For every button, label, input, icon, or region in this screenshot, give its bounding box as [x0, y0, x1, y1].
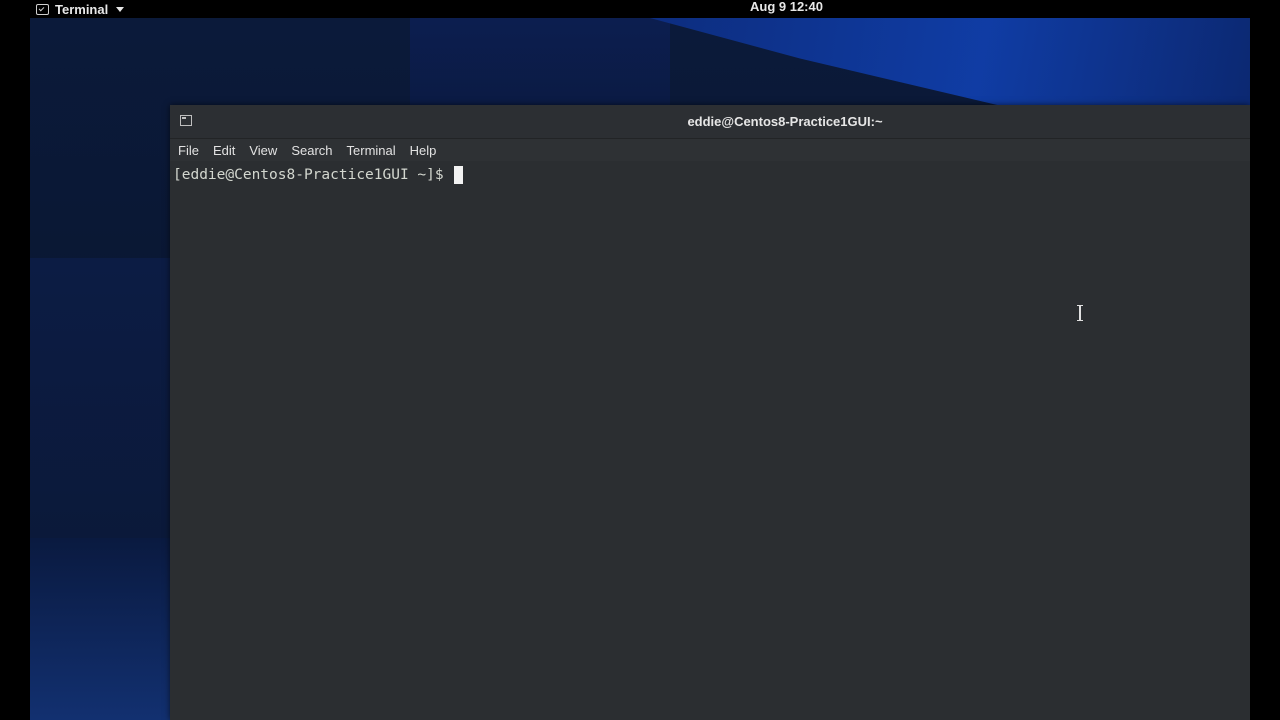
menu-view[interactable]: View: [244, 141, 282, 160]
window-titlebar[interactable]: eddie@Centos8-Practice1GUI:~: [170, 105, 1250, 139]
menu-search[interactable]: Search: [286, 141, 337, 160]
wallpaper-shape: [30, 258, 170, 558]
shell-prompt: [eddie@Centos8-Practice1GUI ~]$: [173, 167, 453, 183]
ibeam-cursor-icon: [1077, 305, 1083, 321]
menu-help[interactable]: Help: [405, 141, 442, 160]
menu-file[interactable]: File: [173, 141, 204, 160]
prompt-line: [eddie@Centos8-Practice1GUI ~]$: [173, 166, 464, 184]
clock-container: Aug 9 12:40: [0, 0, 1280, 18]
clock[interactable]: Aug 9 12:40: [750, 0, 823, 14]
terminal-window: eddie@Centos8-Practice1GUI:~ File Edit V…: [170, 105, 1250, 720]
app-menu-label: Terminal: [55, 1, 109, 17]
terminal-icon: [36, 3, 49, 15]
text-cursor: [454, 166, 464, 184]
menu-edit[interactable]: Edit: [208, 141, 240, 160]
desktop-screen: Terminal Aug 9 12:40 eddie@Centos8-Pract…: [0, 0, 1280, 720]
menu-bar: File Edit View Search Terminal Help: [170, 139, 1250, 161]
app-menu-button[interactable]: Terminal: [36, 0, 125, 18]
wallpaper-shape: [30, 538, 170, 720]
window-title: eddie@Centos8-Practice1GUI:~: [687, 114, 883, 129]
wallpaper-shape: [410, 18, 670, 108]
chevron-down-icon: [116, 6, 125, 12]
wallpaper-shape: [650, 18, 1250, 108]
terminal-icon[interactable]: [180, 115, 192, 126]
menu-terminal[interactable]: Terminal: [342, 141, 401, 160]
terminal-output[interactable]: [eddie@Centos8-Practice1GUI ~]$: [170, 162, 1250, 720]
top-bar: Terminal Aug 9 12:40: [0, 0, 1280, 18]
